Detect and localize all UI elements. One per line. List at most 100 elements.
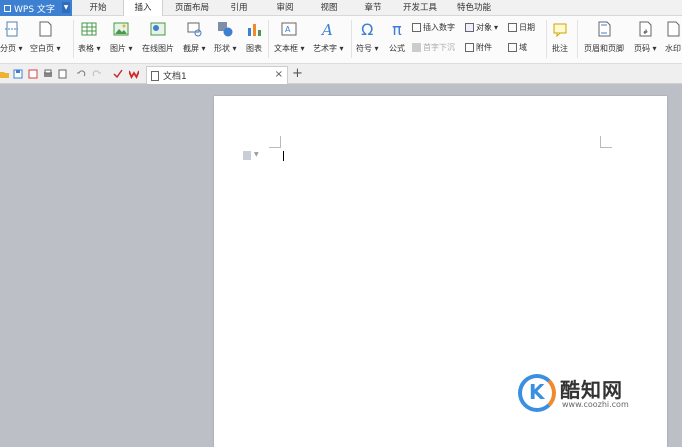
blank-page-button[interactable]: 空白页 ▾ <box>30 20 61 54</box>
insert-ribbon: 分页 ▾ 空白页 ▾ 表格 ▾ 图片 ▾ 在线图片 截屏 ▾ 形状 ▾ 图表 A… <box>0 16 682 64</box>
picture-label: 图片 <box>110 44 126 53</box>
textbox-button[interactable]: A 文本框 ▾ <box>274 20 305 54</box>
paperclip-icon <box>465 43 474 52</box>
new-tab-icon[interactable]: + <box>292 66 303 81</box>
header-footer-button[interactable]: 页眉和页脚 <box>584 20 624 54</box>
watermark-icon <box>664 20 682 38</box>
insert-number-button[interactable]: 插入数字 <box>412 22 455 33</box>
number-icon <box>412 23 421 32</box>
text-cursor <box>283 151 284 161</box>
field-label: 域 <box>519 43 527 52</box>
attachment-button[interactable]: 附件 <box>465 42 492 53</box>
wps-writer-window: WPS 文字 ▼ 开始 插入 页面布局 引用 审阅 视图 章节 开发工具 特色功… <box>0 0 682 447</box>
object-button[interactable]: 对象 ▾ <box>465 22 498 33</box>
page-break-button[interactable]: 分页 ▾ <box>0 20 23 54</box>
page-break-label: 分页 <box>0 44 16 53</box>
svg-text:A: A <box>320 21 333 37</box>
table-button[interactable]: 表格 ▾ <box>78 20 101 54</box>
page-number-icon: # <box>636 20 654 38</box>
chart-icon <box>245 20 263 38</box>
tab-references[interactable]: 引用 <box>222 0 256 16</box>
tab-insert[interactable]: 插入 <box>123 0 163 17</box>
table-icon <box>80 20 98 38</box>
wps-app-menu-button[interactable]: WPS 文字 ▼ <box>0 0 72 16</box>
svg-text:#: # <box>643 29 648 36</box>
ribbon-divider <box>351 20 352 58</box>
ribbon-divider <box>268 20 269 58</box>
table-label: 表格 <box>78 44 94 53</box>
print-icon[interactable] <box>43 69 53 79</box>
tab-review[interactable]: 审阅 <box>268 0 302 16</box>
page-number-button[interactable]: # 页码 ▾ <box>634 20 657 54</box>
blank-page-label: 空白页 <box>30 44 54 53</box>
textbox-label: 文本框 <box>274 44 298 53</box>
first-letter-sink-button[interactable]: 首字下沉 <box>412 42 455 53</box>
open-folder-icon[interactable] <box>0 69 10 79</box>
redo-icon[interactable] <box>92 69 102 79</box>
watermark-title: 酷知网 <box>560 378 623 402</box>
export-pdf-icon[interactable] <box>28 69 38 79</box>
formula-button[interactable]: π 公式 <box>388 20 406 54</box>
quick-access-toolbar: 文档1 × + <box>0 64 682 84</box>
watermark-k-icon: K <box>529 380 545 404</box>
header-footer-icon <box>595 20 613 38</box>
shape-icon <box>216 20 234 38</box>
online-picture-icon <box>149 20 167 38</box>
tab-developer-tools[interactable]: 开发工具 <box>396 0 444 16</box>
first-letter-sink-label: 首字下沉 <box>423 43 455 52</box>
omega-symbol-icon: Ω <box>361 19 374 39</box>
undo-icon[interactable] <box>76 69 86 79</box>
calendar-icon <box>508 23 517 32</box>
svg-text:A: A <box>285 25 291 34</box>
menu-bar: WPS 文字 ▼ 开始 插入 页面布局 引用 审阅 视图 章节 开发工具 特色功… <box>0 0 682 17</box>
margin-corner-top-right <box>600 136 612 148</box>
drop-cap-icon <box>412 43 421 52</box>
wordart-icon: A <box>319 20 337 38</box>
wordart-button[interactable]: A 艺术字 ▾ <box>313 20 344 54</box>
save-icon[interactable] <box>13 69 23 79</box>
page-number-label: 页码 <box>634 44 650 53</box>
online-picture-label: 在线图片 <box>142 44 174 53</box>
wordart-label: 艺术字 <box>313 44 337 53</box>
online-picture-button[interactable]: 在线图片 <box>142 20 174 54</box>
watermark-button[interactable]: 水印 <box>664 20 682 54</box>
close-tab-icon[interactable]: × <box>275 69 283 80</box>
field-button[interactable]: 域 <box>508 42 527 53</box>
tab-special-features[interactable]: 特色功能 <box>450 0 498 16</box>
tab-home[interactable]: 开始 <box>80 0 116 16</box>
tab-chapter[interactable]: 章节 <box>356 0 390 16</box>
insert-number-label: 插入数字 <box>423 23 455 32</box>
print-preview-icon[interactable] <box>58 69 68 79</box>
picture-button[interactable]: 图片 ▾ <box>110 20 133 54</box>
margin-corner-top-left <box>269 136 281 148</box>
tab-page-layout[interactable]: 页面布局 <box>168 0 216 16</box>
symbol-label: 符号 <box>356 44 372 53</box>
document-tab[interactable]: 文档1 × <box>146 66 288 84</box>
shape-button[interactable]: 形状 ▾ <box>214 20 237 54</box>
watermark-url: www.coozhi.com <box>562 400 629 409</box>
page-break-icon <box>2 20 20 38</box>
app-name: WPS 文字 <box>14 4 55 15</box>
object-icon <box>465 23 474 32</box>
wps-logo-icon <box>4 4 11 12</box>
paragraph-menu-icon[interactable] <box>243 151 251 160</box>
chevron-down-icon[interactable]: ▼ <box>254 151 259 158</box>
screenshot-label: 截屏 <box>183 44 199 53</box>
chart-button[interactable]: 图表 <box>245 20 263 54</box>
wps-logo-icon[interactable] <box>129 69 139 79</box>
date-button[interactable]: 日期 <box>508 22 535 33</box>
ribbon-divider <box>546 20 547 58</box>
comment-label: 批注 <box>552 44 568 53</box>
chart-label: 图表 <box>246 44 262 53</box>
format-painter-icon[interactable] <box>113 69 123 79</box>
textbox-icon: A <box>280 20 298 38</box>
symbol-button[interactable]: Ω 符号 ▾ <box>356 20 379 54</box>
screenshot-button[interactable]: 截屏 ▾ <box>183 20 206 54</box>
document-name: 文档1 <box>163 72 187 82</box>
ribbon-divider <box>577 20 578 58</box>
object-label: 对象 <box>476 23 492 32</box>
comment-button[interactable]: 批注 <box>551 20 569 54</box>
tab-view[interactable]: 视图 <box>312 0 346 16</box>
document-icon <box>151 70 159 81</box>
chevron-down-icon[interactable]: ▼ <box>62 2 70 13</box>
